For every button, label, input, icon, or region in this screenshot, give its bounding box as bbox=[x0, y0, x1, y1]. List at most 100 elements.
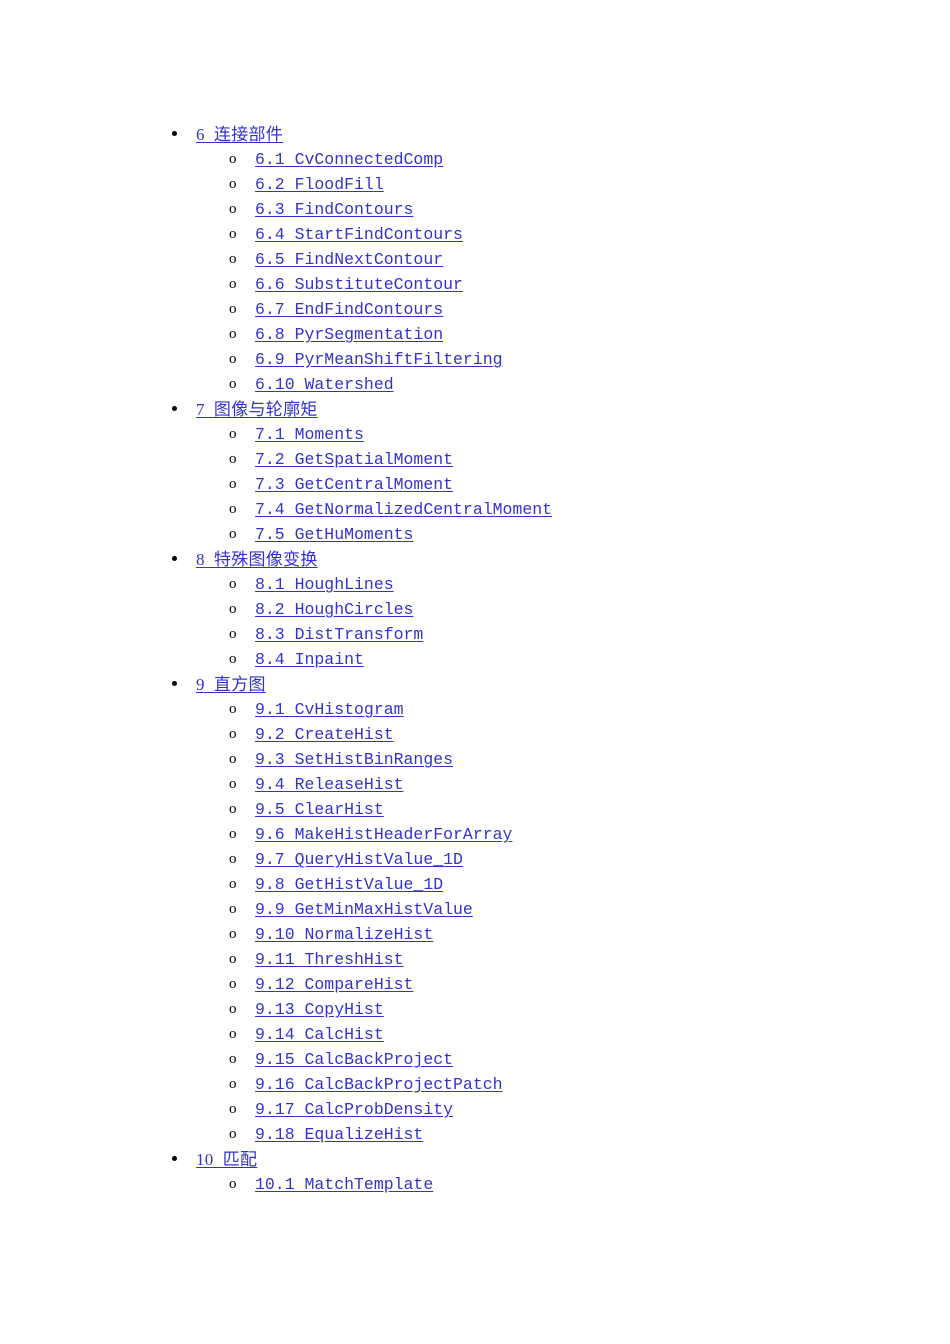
bullet-circle-icon: o bbox=[229, 526, 237, 542]
toc-section-link[interactable]: 6.2 FloodFill bbox=[255, 172, 384, 197]
toc-section-link[interactable]: 9.2 CreateHist bbox=[255, 722, 394, 747]
toc-section-link[interactable]: 7.1 Moments bbox=[255, 422, 364, 447]
toc-section-link[interactable]: 9.17 CalcProbDensity bbox=[255, 1097, 453, 1122]
toc-section-link[interactable]: 9.16 CalcBackProjectPatch bbox=[255, 1072, 503, 1097]
bullet-circle-icon: o bbox=[229, 901, 237, 917]
bullet-circle-icon: o bbox=[229, 376, 237, 392]
toc-section-item: o 9.17 CalcProbDensity bbox=[196, 1097, 950, 1122]
toc-section-link[interactable]: 9.4 ReleaseHist bbox=[255, 772, 404, 797]
toc-chapter-item: 6 连接部件 o 6.1 CvConnectedComp o 6.2 FloodFill… bbox=[0, 122, 950, 397]
toc-chapter-item: 9 直方图 o 9.1 CvHistogram o 9.2 CreateHist o 9.3… bbox=[0, 672, 950, 1147]
toc-section-link[interactable]: 9.14 CalcHist bbox=[255, 1022, 384, 1047]
toc-section-link[interactable]: 9.12 CompareHist bbox=[255, 972, 413, 997]
toc-section-item: o 9.11 ThreshHist bbox=[196, 947, 950, 972]
chapter-list: 6 连接部件 o 6.1 CvConnectedComp o 6.2 FloodFill… bbox=[0, 122, 950, 1197]
toc-section-item: o 6.8 PyrSegmentation bbox=[196, 322, 950, 347]
toc-section-link[interactable]: 10.1 MatchTemplate bbox=[255, 1172, 433, 1197]
toc-chapter-link[interactable]: 10 匹配 bbox=[196, 1147, 257, 1172]
toc-section-item: o 9.10 NormalizeHist bbox=[196, 922, 950, 947]
section-list: o 8.1 HoughLines o 8.2 HoughCircles o 8.3 Dis… bbox=[196, 572, 950, 672]
toc-section-link[interactable]: 8.2 HoughCircles bbox=[255, 597, 413, 622]
toc-section-item: o 9.2 CreateHist bbox=[196, 722, 950, 747]
bullet-circle-icon: o bbox=[229, 626, 237, 642]
section-list: o 9.1 CvHistogram o 9.2 CreateHist o 9.3 SetH… bbox=[196, 697, 950, 1147]
toc-section-link[interactable]: 9.3 SetHistBinRanges bbox=[255, 747, 453, 772]
toc-section-link[interactable]: 9.13 CopyHist bbox=[255, 997, 384, 1022]
toc-chapter-link[interactable]: 8 特殊图像变换 bbox=[196, 547, 318, 572]
bullet-circle-icon: o bbox=[229, 251, 237, 267]
bullet-circle-icon: o bbox=[229, 776, 237, 792]
toc-section-link[interactable]: 9.9 GetMinMaxHistValue bbox=[255, 897, 473, 922]
bullet-circle-icon: o bbox=[229, 1076, 237, 1092]
toc-chapter-link[interactable]: 9 直方图 bbox=[196, 672, 266, 697]
section-list: o 10.1 MatchTemplate bbox=[196, 1172, 950, 1197]
toc-chapter-item: 7 图像与轮廓矩 o 7.1 Moments o 7.2 GetSpatialMomen… bbox=[0, 397, 950, 547]
toc-section-item: o 9.6 MakeHistHeaderForArray bbox=[196, 822, 950, 847]
bullet-circle-icon: o bbox=[229, 226, 237, 242]
bullet-circle-icon: o bbox=[229, 1126, 237, 1142]
bullet-disc-icon bbox=[172, 1156, 177, 1161]
toc-section-item: o 6.5 FindNextContour bbox=[196, 247, 950, 272]
toc-section-item: o 7.3 GetCentralMoment bbox=[196, 472, 950, 497]
toc-section-link[interactable]: 9.5 ClearHist bbox=[255, 797, 384, 822]
bullet-circle-icon: o bbox=[229, 601, 237, 617]
toc-section-link[interactable]: 6.5 FindNextContour bbox=[255, 247, 443, 272]
toc-section-link[interactable]: 7.2 GetSpatialMoment bbox=[255, 447, 453, 472]
toc-section-item: o 9.7 QueryHistValue_1D bbox=[196, 847, 950, 872]
toc-section-link[interactable]: 9.1 CvHistogram bbox=[255, 697, 404, 722]
toc-section-link[interactable]: 9.8 GetHistValue_1D bbox=[255, 872, 443, 897]
toc-section-link[interactable]: 9.15 CalcBackProject bbox=[255, 1047, 453, 1072]
toc-section-link[interactable]: 8.3 DistTransform bbox=[255, 622, 423, 647]
toc-section-link[interactable]: 6.3 FindContours bbox=[255, 197, 413, 222]
bullet-circle-icon: o bbox=[229, 801, 237, 817]
toc-section-link[interactable]: 9.11 ThreshHist bbox=[255, 947, 404, 972]
toc-section-link[interactable]: 9.6 MakeHistHeaderForArray bbox=[255, 822, 512, 847]
toc-section-link[interactable]: 8.1 HoughLines bbox=[255, 572, 394, 597]
bullet-circle-icon: o bbox=[229, 451, 237, 467]
bullet-circle-icon: o bbox=[229, 426, 237, 442]
bullet-circle-icon: o bbox=[229, 951, 237, 967]
bullet-circle-icon: o bbox=[229, 351, 237, 367]
toc-section-item: o 9.5 ClearHist bbox=[196, 797, 950, 822]
toc-section-link[interactable]: 9.7 QueryHistValue_1D bbox=[255, 847, 463, 872]
toc-section-link[interactable]: 7.4 GetNormalizedCentralMoment bbox=[255, 497, 552, 522]
toc-section-item: o 9.1 CvHistogram bbox=[196, 697, 950, 722]
toc-section-item: o 9.15 CalcBackProject bbox=[196, 1047, 950, 1072]
toc-section-item: o 6.2 FloodFill bbox=[196, 172, 950, 197]
toc-section-link[interactable]: 8.4 Inpaint bbox=[255, 647, 364, 672]
toc-section-link[interactable]: 7.5 GetHuMoments bbox=[255, 522, 413, 547]
toc-section-item: o 6.10 Watershed bbox=[196, 372, 950, 397]
toc-section-item: o 8.3 DistTransform bbox=[196, 622, 950, 647]
toc-section-link[interactable]: 6.4 StartFindContours bbox=[255, 222, 463, 247]
toc-section-link[interactable]: 6.6 SubstituteContour bbox=[255, 272, 463, 297]
table-of-contents: 6 连接部件 o 6.1 CvConnectedComp o 6.2 FloodFill… bbox=[0, 122, 950, 1197]
toc-chapter-item: 8 特殊图像变换 o 8.1 HoughLines o 8.2 HoughCircles… bbox=[0, 547, 950, 672]
toc-section-item: o 8.1 HoughLines bbox=[196, 572, 950, 597]
toc-section-link[interactable]: 9.10 NormalizeHist bbox=[255, 922, 433, 947]
toc-section-link[interactable]: 6.7 EndFindContours bbox=[255, 297, 443, 322]
toc-chapter-link[interactable]: 6 连接部件 bbox=[196, 122, 283, 147]
bullet-circle-icon: o bbox=[229, 276, 237, 292]
toc-section-item: o 9.8 GetHistValue_1D bbox=[196, 872, 950, 897]
toc-section-link[interactable]: 6.9 PyrMeanShiftFiltering bbox=[255, 347, 503, 372]
toc-section-item: o 6.3 FindContours bbox=[196, 197, 950, 222]
toc-section-item: o 6.1 CvConnectedComp bbox=[196, 147, 950, 172]
toc-section-item: o 10.1 MatchTemplate bbox=[196, 1172, 950, 1197]
section-list: o 7.1 Moments o 7.2 GetSpatialMoment o 7.3 Ge… bbox=[196, 422, 950, 547]
toc-section-item: o 6.9 PyrMeanShiftFiltering bbox=[196, 347, 950, 372]
toc-section-item: o 7.2 GetSpatialMoment bbox=[196, 447, 950, 472]
section-list: o 6.1 CvConnectedComp o 6.2 FloodFill o 6.3 F… bbox=[196, 147, 950, 397]
bullet-circle-icon: o bbox=[229, 876, 237, 892]
toc-chapter-link[interactable]: 7 图像与轮廓矩 bbox=[196, 397, 318, 422]
toc-section-link[interactable]: 6.8 PyrSegmentation bbox=[255, 322, 443, 347]
toc-section-link[interactable]: 6.10 Watershed bbox=[255, 372, 394, 397]
bullet-disc-icon bbox=[172, 131, 177, 136]
bullet-circle-icon: o bbox=[229, 651, 237, 667]
toc-section-item: o 6.7 EndFindContours bbox=[196, 297, 950, 322]
toc-section-link[interactable]: 6.1 CvConnectedComp bbox=[255, 147, 443, 172]
toc-section-link[interactable]: 7.3 GetCentralMoment bbox=[255, 472, 453, 497]
bullet-circle-icon: o bbox=[229, 326, 237, 342]
toc-section-link[interactable]: 9.18 EqualizeHist bbox=[255, 1122, 423, 1147]
bullet-circle-icon: o bbox=[229, 501, 237, 517]
bullet-circle-icon: o bbox=[229, 1176, 237, 1192]
